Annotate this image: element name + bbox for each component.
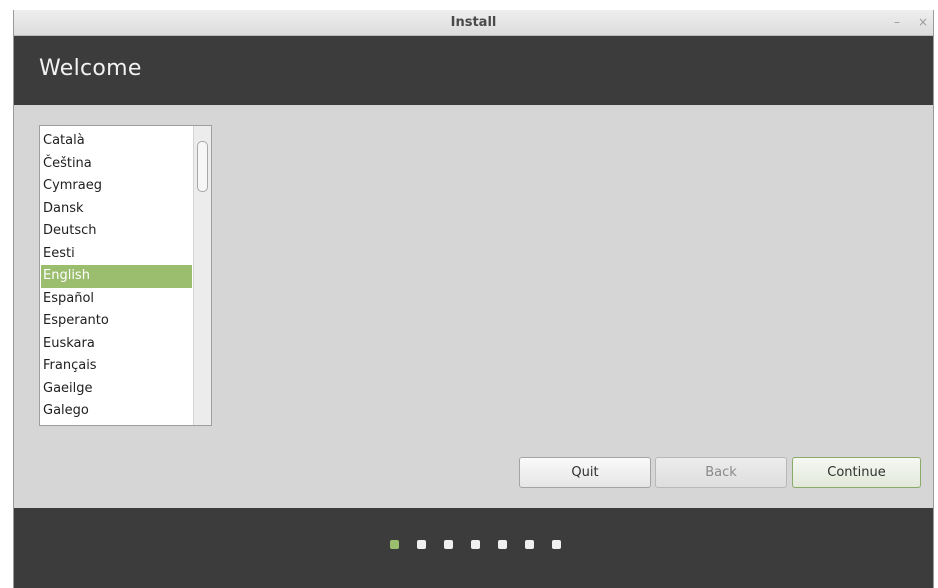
language-item[interactable]: Cymraeg	[41, 175, 192, 198]
language-item[interactable]: Gaeilge	[41, 378, 192, 401]
language-item[interactable]: Eesti	[41, 243, 192, 266]
progress-dot	[444, 540, 453, 549]
continue-button[interactable]: Continue	[792, 457, 921, 488]
language-item[interactable]: Esperanto	[41, 310, 192, 333]
progress-dot	[498, 540, 507, 549]
language-item[interactable]: Galego	[41, 400, 192, 423]
language-item[interactable]: Català	[41, 130, 192, 153]
language-list-items: Català Čeština Cymraeg Dansk Deutsch Eesti Eng…	[41, 130, 192, 423]
language-item[interactable]: English	[41, 265, 192, 288]
language-item[interactable]: Español	[41, 288, 192, 311]
progress-dot	[552, 540, 561, 549]
language-item[interactable]: Dansk	[41, 198, 192, 221]
footer-bar	[14, 508, 933, 588]
installer-window: Install – × Welcome Català Čeština Cymraeg…	[13, 10, 934, 588]
language-item[interactable]: Français	[41, 355, 192, 378]
minimize-icon[interactable]: –	[894, 15, 900, 29]
language-item[interactable]: Euskara	[41, 333, 192, 356]
back-button[interactable]: Back	[655, 457, 787, 488]
progress-dot	[390, 540, 399, 549]
progress-dot	[525, 540, 534, 549]
page-title: Welcome	[39, 56, 142, 81]
scrollbar-thumb[interactable]	[197, 141, 208, 192]
close-icon[interactable]: ×	[918, 15, 928, 29]
language-list-scrollbar[interactable]	[193, 126, 211, 425]
window-title: Install	[450, 15, 497, 30]
language-item[interactable]: Čeština	[41, 153, 192, 176]
progress-dot	[417, 540, 426, 549]
quit-button[interactable]: Quit	[519, 457, 651, 488]
language-item[interactable]: Deutsch	[41, 220, 192, 243]
title-bar[interactable]: Install – ×	[14, 10, 933, 36]
header-banner: Welcome	[14, 36, 933, 105]
language-list[interactable]: Català Čeština Cymraeg Dansk Deutsch Eesti Eng…	[39, 125, 212, 426]
progress-dot	[471, 540, 480, 549]
